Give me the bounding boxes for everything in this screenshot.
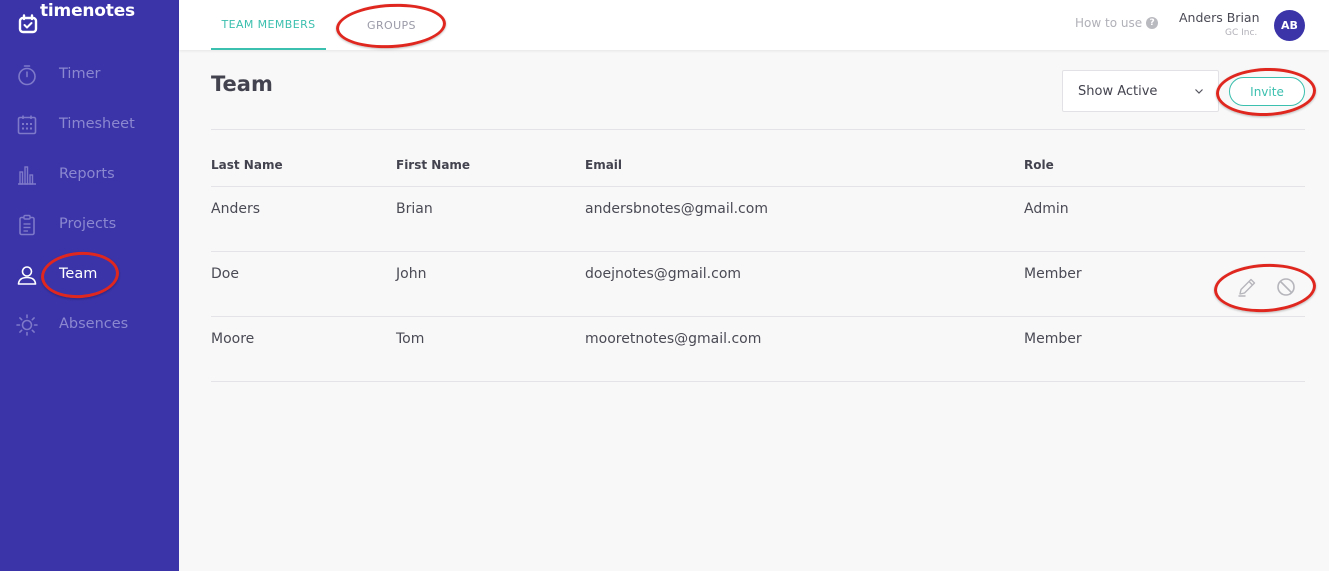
status-filter-value: Show Active [1078,84,1158,99]
cell-last-name: Moore [211,331,255,347]
sidebar-item-label: Team [59,266,98,282]
block-icon[interactable] [1275,276,1297,298]
bar-chart-icon [18,166,36,185]
help-icon: ? [1146,17,1159,29]
cell-role: Member [1024,266,1082,282]
stopwatch-icon [18,65,36,86]
brand-logo[interactable] [18,12,38,36]
cell-email: doejnotes@gmail.com [585,266,742,282]
sidebar-item-projects[interactable]: Projects [0,205,179,245]
tab-groups[interactable]: GROUPS [349,0,434,50]
divider [211,129,1305,130]
column-header-last-name[interactable]: Last Name [211,158,283,172]
sidebar-item-absences[interactable]: Absences [0,305,179,345]
how-to-use-label: How to use [1075,16,1143,30]
tab-team-members[interactable]: TEAM MEMBERS [211,0,326,50]
user-org: GC Inc. [1225,28,1258,38]
calendar-check-icon [18,14,38,34]
avatar[interactable]: AB [1274,10,1305,41]
sidebar: timenotes Timer Timesheet Reports Projec… [0,0,179,571]
calendar-grid-icon [17,115,37,135]
invite-button[interactable]: Invite [1229,77,1305,106]
chevron-down-icon [1195,89,1203,94]
divider [211,251,1305,252]
column-header-first-name[interactable]: First Name [396,158,470,172]
cell-first-name: John [396,266,427,282]
sidebar-item-label: Reports [59,166,115,182]
user-icon [17,266,37,285]
sidebar-item-label: Timesheet [59,116,135,132]
page-title: Team [211,72,273,96]
sidebar-item-label: Absences [59,316,129,332]
status-filter-select[interactable]: Show Active [1062,70,1219,112]
brand-name: timenotes [40,1,135,21]
column-header-role[interactable]: Role [1024,158,1054,172]
pencil-icon[interactable] [1236,276,1258,298]
user-name: Anders Brian [1179,10,1260,25]
cell-role: Admin [1024,201,1069,217]
column-header-email[interactable]: Email [585,158,622,172]
cell-last-name: Doe [211,266,239,282]
cell-first-name: Tom [396,331,425,347]
how-to-use-link[interactable]: How to use ? [1075,16,1159,30]
sun-icon [16,314,38,336]
sidebar-item-label: Projects [59,216,117,232]
row-actions [1228,276,1304,300]
cell-email: andersbnotes@gmail.com [585,201,768,217]
divider [211,316,1305,317]
sidebar-item-team[interactable]: Team [0,255,179,295]
divider [211,381,1305,382]
cell-first-name: Brian [396,201,433,217]
sidebar-item-timer[interactable]: Timer [0,55,179,95]
sidebar-item-label: Timer [59,66,101,82]
cell-email: mooretnotes@gmail.com [585,331,762,347]
sidebar-item-timesheet[interactable]: Timesheet [0,105,179,145]
cell-last-name: Anders [211,201,260,217]
cell-role: Member [1024,331,1082,347]
sidebar-item-reports[interactable]: Reports [0,155,179,195]
clipboard-icon [19,214,35,236]
divider [211,186,1305,187]
top-bar: TEAM MEMBERS GROUPS How to use ? Anders … [179,0,1329,50]
